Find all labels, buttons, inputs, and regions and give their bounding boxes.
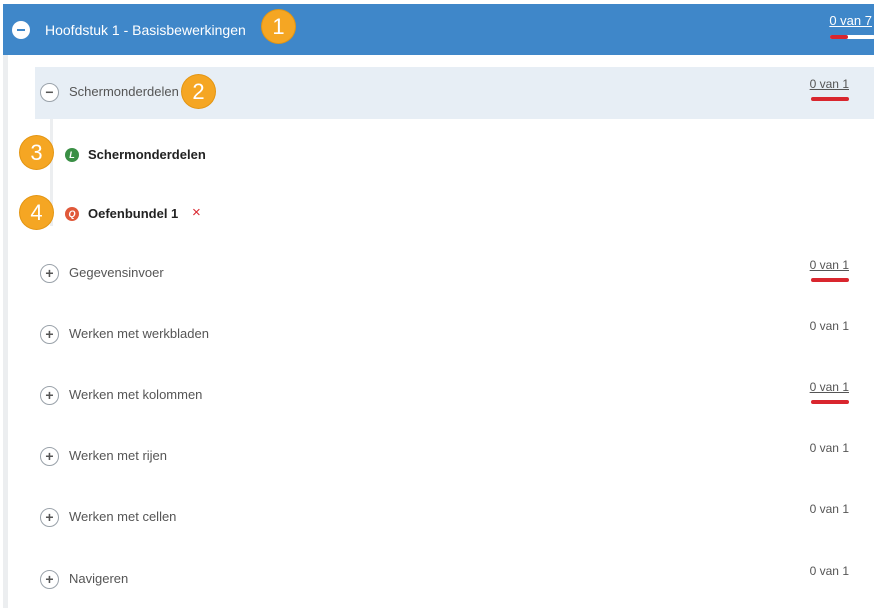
section-row[interactable]: + Werken met kolommen 0 van 1 <box>35 370 874 422</box>
section-row[interactable]: + Gegevensinvoer 0 van 1 <box>35 248 874 300</box>
callout-marker: 3 <box>20 136 53 169</box>
chapter-progress-fill <box>830 35 848 39</box>
lesson-link[interactable]: Schermonderdelen <box>88 147 206 162</box>
expand-icon[interactable]: + <box>40 508 59 527</box>
lesson-link[interactable]: Oefenbundel 1 <box>88 206 178 221</box>
section-row[interactable]: + Werken met werkbladen 0 van 1 <box>35 309 874 361</box>
section-progress-link[interactable]: 0 van 1 <box>810 380 849 394</box>
chapter-progress-bar <box>830 35 874 39</box>
learn-icon: L <box>65 148 79 162</box>
chapter-progress-link[interactable]: 0 van 7 <box>829 13 872 28</box>
expand-icon[interactable]: + <box>40 570 59 589</box>
section-progress-link[interactable]: 0 van 1 <box>810 77 849 91</box>
progress-highlight <box>811 400 849 404</box>
collapse-icon[interactable]: − <box>40 83 59 102</box>
section-label: Schermonderdelen <box>69 84 179 99</box>
expand-icon[interactable]: + <box>40 264 59 283</box>
progress-highlight <box>811 278 849 282</box>
chapter-title: Hoofdstuk 1 - Basisbewerkingen <box>45 22 246 38</box>
callout-marker: 2 <box>182 75 215 108</box>
section-progress: 0 van 1 <box>809 564 849 578</box>
collapse-icon[interactable] <box>12 21 30 39</box>
progress-highlight <box>811 97 849 101</box>
section-row[interactable]: + Werken met rijen 0 van 1 <box>35 431 874 483</box>
callout-marker: 1 <box>262 10 295 43</box>
chapter-header[interactable]: Hoofdstuk 1 - Basisbewerkingen 0 van 7 <box>3 4 874 55</box>
course-outline: Hoofdstuk 1 - Basisbewerkingen 0 van 7 −… <box>0 0 874 610</box>
section-label: Werken met rijen <box>69 448 168 463</box>
section-row[interactable]: + Navigeren 0 van 1 <box>35 554 874 606</box>
expand-icon[interactable]: + <box>40 325 59 344</box>
section-progress: 0 van 1 <box>809 319 849 333</box>
section-label: Werken met werkbladen <box>69 326 209 341</box>
section-row-active[interactable]: − Schermonderdelen 0 van 1 <box>35 67 874 119</box>
section-progress: 0 van 1 <box>809 441 849 455</box>
section-label: Werken met cellen <box>69 509 177 524</box>
section-progress-link[interactable]: 0 van 1 <box>810 258 849 272</box>
section-row[interactable]: + Werken met cellen 0 van 1 <box>35 492 874 544</box>
section-label: Navigeren <box>69 571 129 586</box>
expand-icon[interactable]: + <box>40 386 59 405</box>
quiz-icon: Q <box>65 207 79 221</box>
callout-marker: 4 <box>20 196 53 229</box>
close-icon[interactable]: × <box>192 204 201 222</box>
section-progress: 0 van 1 <box>809 502 849 516</box>
outline-rail <box>3 55 8 608</box>
section-label: Werken met kolommen <box>69 387 203 402</box>
expand-icon[interactable]: + <box>40 447 59 466</box>
section-label: Gegevensinvoer <box>69 265 164 280</box>
